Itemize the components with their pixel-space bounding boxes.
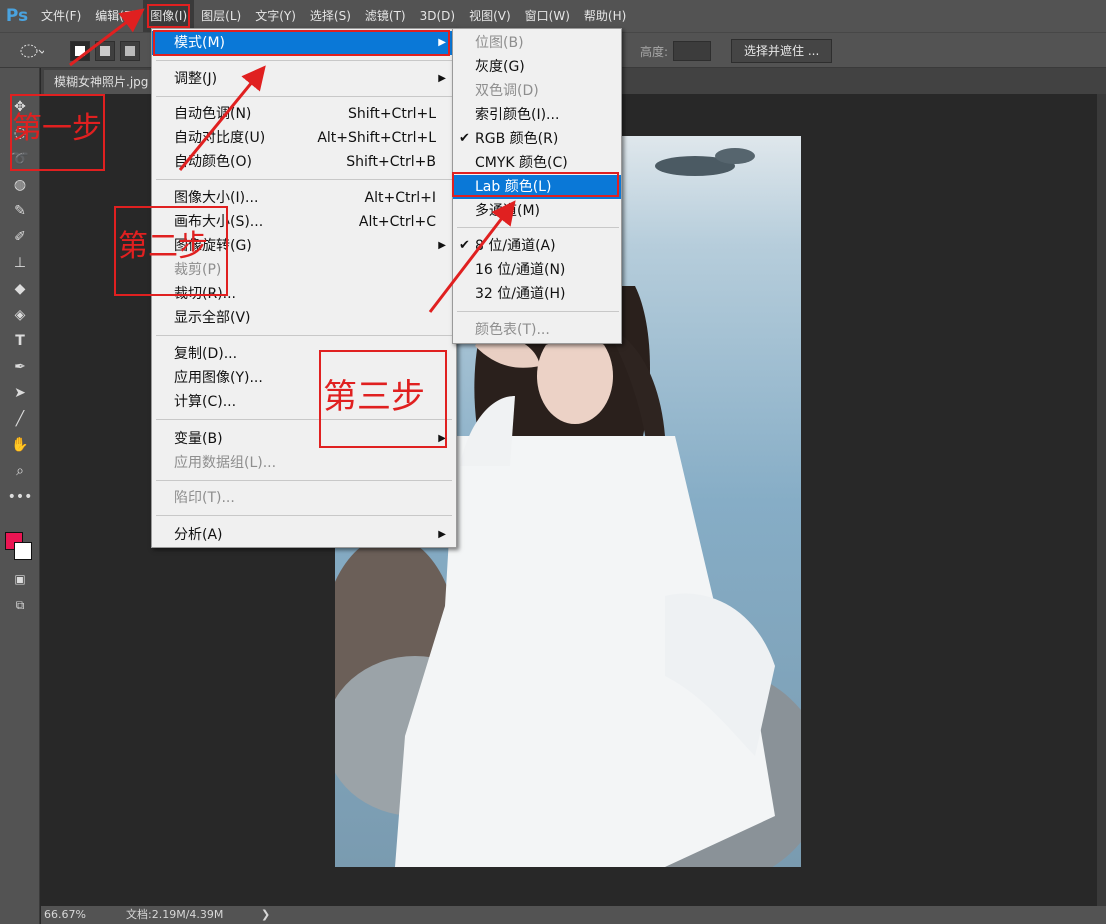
submenu-arrow-icon: ▶ [438,73,446,84]
zoom-icon[interactable]: ⌕ [8,460,32,482]
annotation-step1: 第一步 [12,111,102,146]
menu-item-analysis[interactable]: 分析(A) ▶ [152,523,454,547]
submenu-arrow-icon: ▶ [438,529,446,540]
menu-file[interactable]: 文件(F) [34,0,88,32]
eraser-icon[interactable]: ◆ [8,278,32,300]
new-selection-button[interactable] [70,41,90,61]
menu-separator [156,515,452,516]
submenu-item-bitmap: 位图(B) [475,35,524,51]
menu-item-adjustments[interactable]: 调整(J) ▶ [152,67,454,91]
bucket-icon[interactable]: ◈ [8,304,32,326]
status-arrow-icon[interactable]: ❯ [261,906,270,924]
annotation-step3: 第三步 [323,377,425,417]
submenu-item-32-bit[interactable]: 32 位/通道(H) [453,282,621,306]
stamp-icon[interactable]: ⊥ [8,252,32,274]
menu-separator [156,179,452,180]
select-and-mask-button[interactable]: 选择并遮住 ... [731,39,833,63]
menu-separator [156,335,452,336]
zoom-level[interactable]: 66.67% [44,906,86,924]
type-icon[interactable]: T [8,330,32,352]
vertical-scrollbar[interactable] [1097,94,1106,906]
menu-separator [156,60,452,61]
photoshop-logo: Ps [5,6,29,26]
height-label: 高度: [640,45,669,59]
submenu-item-duotone: 双色调(D) [475,83,539,99]
checkmark-icon: ✔ [459,238,470,253]
height-field[interactable] [673,41,711,61]
quick-mask-icon[interactable]: ▣ [8,568,32,590]
path-select-icon[interactable]: ➤ [8,382,32,404]
pen-icon[interactable]: ✒ [8,356,32,378]
menu-separator [457,227,619,228]
tools-panel: ✥ ◌ ➰ ◍ ✎ ✐ ⊥ ◆ ◈ T ✒ ➤ ╱ ✋ ⌕ ••• ▣ ⧉ [0,68,40,924]
hand-icon[interactable]: ✋ [8,434,32,456]
quick-select-icon[interactable]: ◍ [8,174,32,196]
more-icon[interactable]: ••• [8,486,33,508]
submenu-item-multichannel[interactable]: 多通道(M) [453,199,621,223]
submenu-arrow-icon: ▶ [438,240,446,251]
checkmark-icon: ✔ [459,131,470,146]
submenu-item-rgb-color[interactable]: ✔ RGB 颜色(R) [453,127,621,151]
menu-item-trap: 陷印(T)... [174,490,235,506]
submenu-item-8-bit[interactable]: ✔ 8 位/通道(A) [453,234,621,258]
document-info: 文档:2.19M/4.39M [126,908,224,921]
highlight-box-mode [153,30,450,56]
submenu-item-16-bit[interactable]: 16 位/通道(N) [453,258,621,282]
menu-separator [156,96,452,97]
line-icon[interactable]: ╱ [8,408,32,430]
submenu-item-grayscale[interactable]: 灰度(G) [453,55,621,79]
submenu-item-color-table: 颜色表(T)... [475,322,550,338]
menu-item-auto-color[interactable]: 自动颜色(O) Shift+Ctrl+B [152,150,454,174]
menu-separator [156,480,452,481]
document-tab[interactable]: 模糊女神照片.jpg [44,70,159,94]
status-bar: 66.67% 文档:2.19M/4.39M ❯ [41,906,1106,924]
menu-edit[interactable]: 编辑(E) [88,0,143,32]
background-color-swatch[interactable] [14,542,32,560]
ellipse-marquee-icon[interactable] [18,42,44,60]
subtract-selection-button[interactable] [120,41,140,61]
menu-separator [457,311,619,312]
eyedropper-icon[interactable]: ✎ [8,200,32,222]
menu-item-apply-data-set: 应用数据组(L)... [174,455,277,471]
submenu-item-indexed-color[interactable]: 索引颜色(I)... [453,103,621,127]
annotation-step2: 第二步 [118,229,208,264]
menu-item-auto-contrast[interactable]: 自动对比度(U) Alt+Shift+Ctrl+L [152,126,454,150]
screen-mode-icon[interactable]: ⧉ [8,594,32,616]
menu-item-reveal-all[interactable]: 显示全部(V) [152,306,454,330]
menu-item-auto-tone[interactable]: 自动色调(N) Shift+Ctrl+L [152,102,454,126]
add-selection-button[interactable] [95,41,115,61]
brush-icon[interactable]: ✐ [8,226,32,248]
highlight-box-lab [452,172,619,197]
